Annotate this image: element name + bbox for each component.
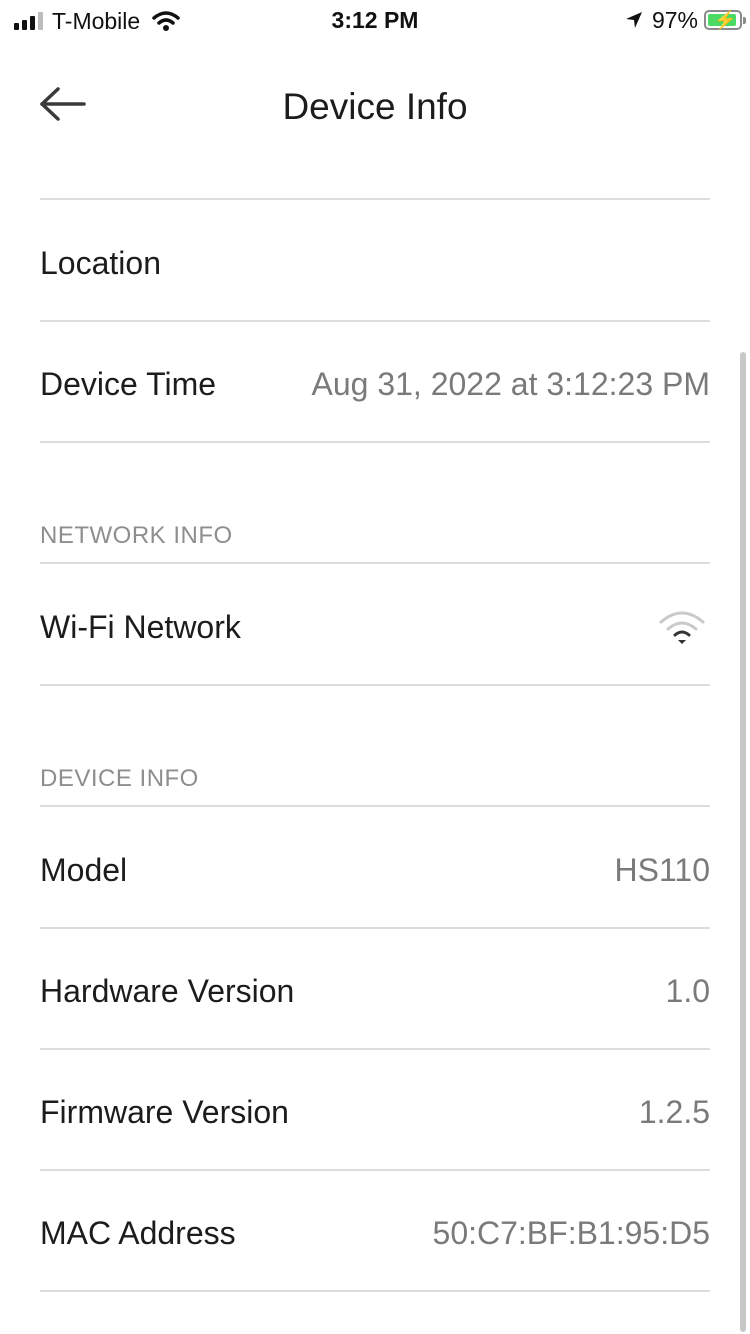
model-row: Model HS110 bbox=[40, 810, 710, 930]
wifi-network-label: Wi-Fi Network bbox=[40, 608, 241, 645]
location-arrow-icon bbox=[625, 12, 642, 28]
divider bbox=[40, 441, 710, 443]
divider bbox=[40, 684, 710, 686]
status-bar-right: 97% ⚡ bbox=[624, 6, 746, 34]
battery-charging-icon: ⚡ bbox=[704, 10, 746, 30]
model-label: Model bbox=[40, 851, 128, 888]
wifi-signal-icon bbox=[659, 611, 705, 644]
divider bbox=[40, 805, 710, 807]
divider bbox=[40, 320, 710, 322]
model-value: HS110 bbox=[614, 851, 710, 888]
divider bbox=[40, 1169, 710, 1171]
device-time-value: Aug 31, 2022 at 3:12:23 PM bbox=[311, 365, 710, 402]
page-title: Device Info bbox=[282, 86, 468, 127]
firmware-version-value: 1.2.5 bbox=[638, 1093, 710, 1130]
mac-address-row: MAC Address 50:C7:BF:B1:95:D5 bbox=[40, 1173, 710, 1293]
hardware-version-label: Hardware Version bbox=[40, 972, 295, 1009]
wifi-network-row[interactable]: Wi-Fi Network bbox=[40, 567, 710, 687]
scrollbar[interactable] bbox=[740, 352, 746, 1332]
network-info-header: NETWORK INFO bbox=[40, 522, 233, 549]
battery-percent: 97% bbox=[651, 6, 698, 33]
mac-address-value: 50:C7:BF:B1:95:D5 bbox=[432, 1214, 710, 1251]
device-info-header: DEVICE INFO bbox=[40, 765, 199, 792]
hardware-version-value: 1.0 bbox=[665, 972, 710, 1009]
location-row[interactable]: Location bbox=[40, 203, 710, 323]
divider bbox=[40, 1290, 710, 1292]
divider bbox=[40, 198, 710, 200]
nav-bar: Device Info bbox=[0, 60, 750, 152]
location-label: Location bbox=[40, 244, 161, 281]
device-time-label: Device Time bbox=[40, 365, 217, 402]
divider bbox=[40, 1048, 710, 1050]
hardware-version-row: Hardware Version 1.0 bbox=[40, 931, 710, 1051]
divider bbox=[40, 927, 710, 929]
firmware-version-label: Firmware Version bbox=[40, 1093, 289, 1130]
divider bbox=[40, 562, 710, 564]
mac-address-label: MAC Address bbox=[40, 1214, 236, 1251]
device-time-row: Device Time Aug 31, 2022 at 3:12:23 PM bbox=[40, 324, 710, 444]
firmware-version-row: Firmware Version 1.2.5 bbox=[40, 1052, 710, 1172]
status-bar: T-Mobile 3:12 PM 97% ⚡ bbox=[0, 0, 750, 40]
